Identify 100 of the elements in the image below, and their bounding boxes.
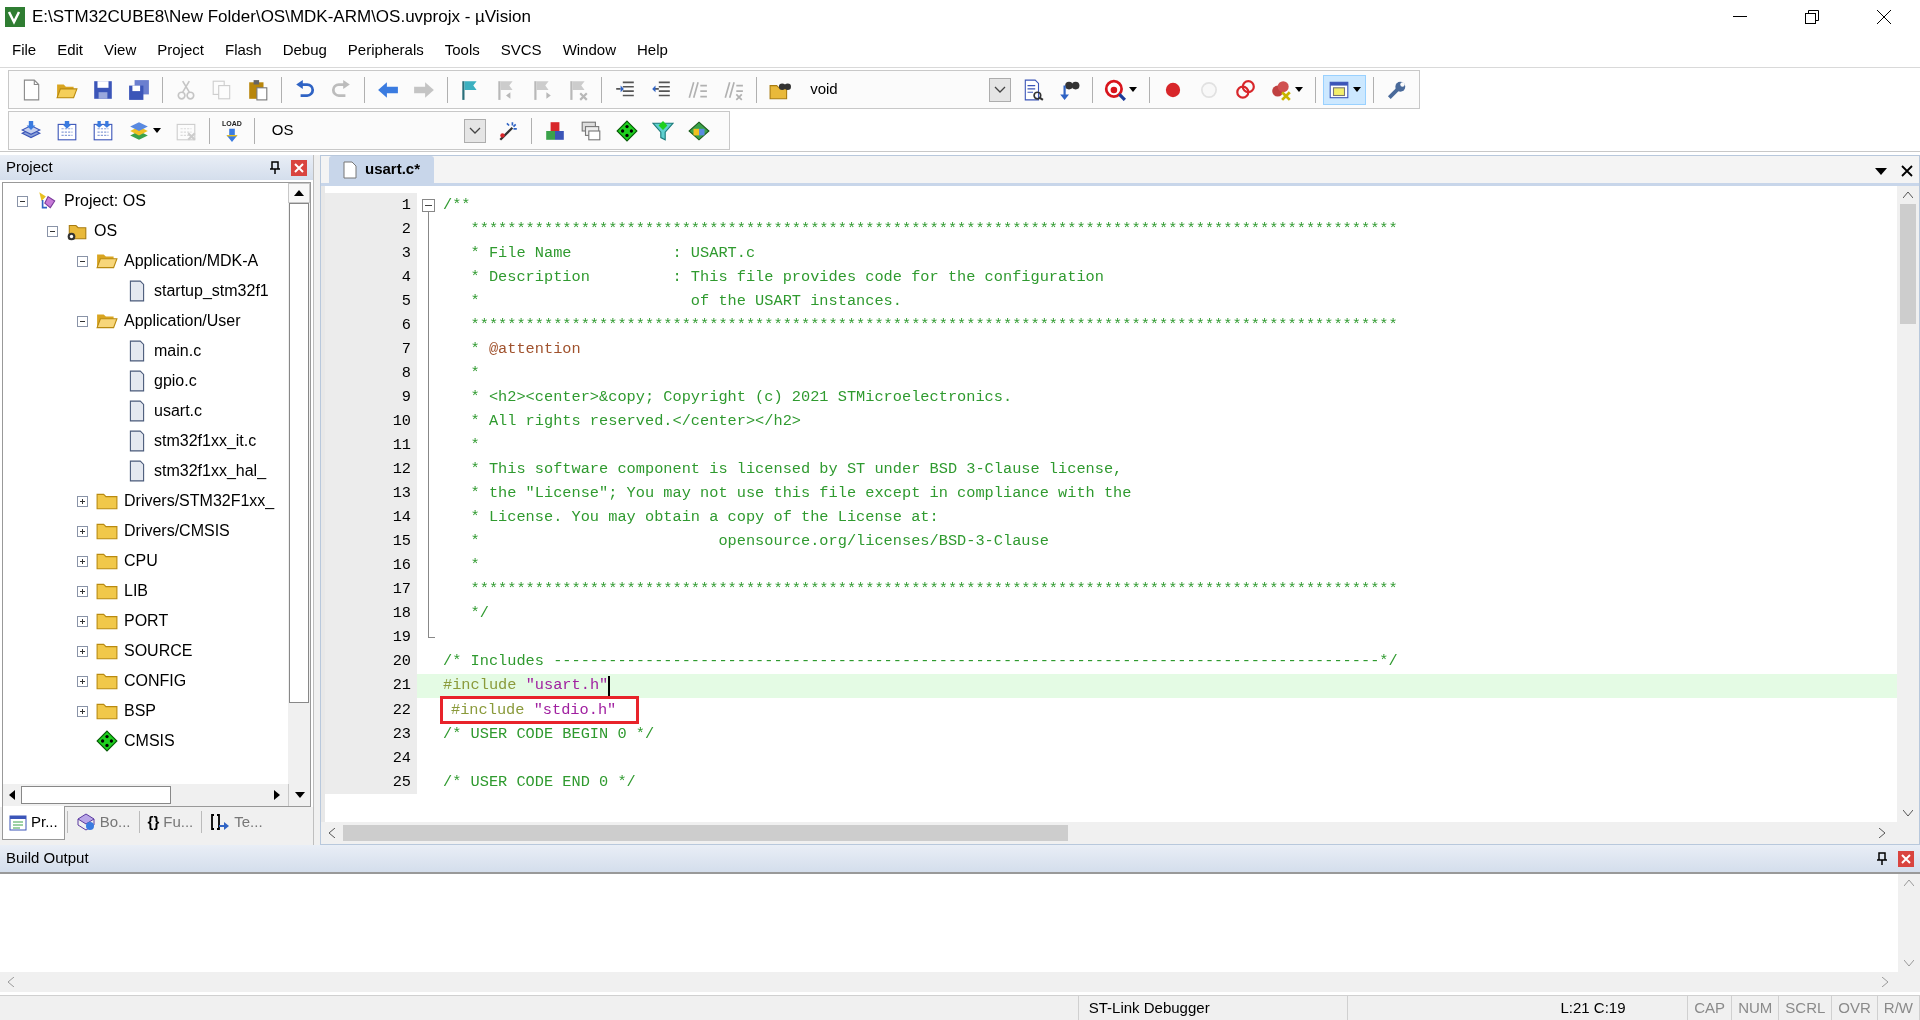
vertical-scrollbar[interactable] xyxy=(1897,186,1919,822)
build-icon xyxy=(56,119,78,142)
dropdown-field[interactable]: OS xyxy=(263,116,486,145)
package-icon xyxy=(687,119,710,142)
line-number: 14 xyxy=(392,507,411,529)
line-number: 23 xyxy=(392,723,411,745)
code-line: ***************************************************************************************************** xyxy=(469,314,1398,336)
scrollbar-thumb[interactable] xyxy=(21,786,171,804)
close-icon[interactable] xyxy=(1901,165,1913,177)
status-indicator: CAP xyxy=(1694,997,1726,1018)
tree-item[interactable]: Application/User xyxy=(124,309,241,333)
debugger-status: ST-Link Debugger xyxy=(1088,997,1210,1018)
tree-item[interactable]: BSP xyxy=(124,699,156,723)
tree-item[interactable]: main.c xyxy=(154,339,202,363)
expand-icon[interactable] xyxy=(77,555,88,567)
tree-item[interactable]: Application/MDK-A xyxy=(124,249,259,273)
funnel-icon xyxy=(651,119,674,142)
line-number: 10 xyxy=(392,410,411,432)
tree-item[interactable]: OS xyxy=(94,219,118,243)
down-arrow-icon xyxy=(294,792,305,798)
caret-icon xyxy=(993,86,1006,93)
pin-icon[interactable] xyxy=(1876,851,1888,866)
expand-icon[interactable] xyxy=(77,675,88,687)
code-line: * xyxy=(469,435,480,456)
tree-item[interactable]: CONFIG xyxy=(124,669,187,693)
magnifier-icon xyxy=(1104,78,1127,101)
vertical-scrollbar[interactable] xyxy=(1898,874,1920,972)
scrollbar-thumb[interactable] xyxy=(289,203,309,703)
panel-tab[interactable]: Pr... xyxy=(2,806,65,840)
horizontal-scrollbar[interactable] xyxy=(3,784,310,806)
tree-item[interactable]: Drivers/CMSIS xyxy=(124,519,230,543)
code-line: ***************************************************************************************************** xyxy=(469,579,1398,601)
editor-tab[interactable]: usart.c* xyxy=(329,156,435,183)
tree-item[interactable]: stm32f1xx_it.c xyxy=(154,429,257,453)
menu-item[interactable]: View xyxy=(96,37,145,64)
window-button[interactable] xyxy=(1323,74,1367,105)
menu-item[interactable]: SVCS xyxy=(492,37,550,64)
menu-item[interactable]: Tools xyxy=(436,37,488,64)
collapse-icon[interactable] xyxy=(77,255,88,267)
line-number: 13 xyxy=(392,483,411,505)
tree-item[interactable]: Project: OS xyxy=(64,189,146,213)
tree-item[interactable]: startup_stm32f1 xyxy=(154,279,269,303)
expand-icon[interactable] xyxy=(77,585,88,597)
tree-item[interactable]: LIB xyxy=(124,579,148,603)
cursor-position: L:21 C:19 xyxy=(1560,997,1626,1018)
tree-item[interactable]: SOURCE xyxy=(124,639,193,663)
dropdown-field[interactable]: void xyxy=(802,75,1011,104)
collapse-icon[interactable] xyxy=(17,195,28,207)
file-icon xyxy=(343,160,357,179)
right-arrow-icon xyxy=(274,790,280,800)
tree-item[interactable]: usart.c xyxy=(154,399,202,423)
menu-item[interactable]: Window xyxy=(554,37,624,64)
code-line: /** xyxy=(443,194,471,216)
line-number: 25 xyxy=(392,771,411,793)
tree-item[interactable]: PORT xyxy=(124,609,169,633)
flag-icon xyxy=(567,78,590,101)
pin-icon[interactable] xyxy=(269,160,281,175)
collapse-icon[interactable] xyxy=(77,315,88,327)
horizontal-scrollbar[interactable] xyxy=(0,972,1920,992)
panel-tab[interactable]: Te... xyxy=(204,807,269,837)
menu-item[interactable]: Help xyxy=(629,37,676,64)
code-line: #include "stdio.h" xyxy=(443,698,637,722)
dropdown-icon[interactable] xyxy=(1875,168,1887,175)
expand-icon[interactable] xyxy=(77,525,88,537)
panel-tab[interactable]: Bo... xyxy=(69,807,137,837)
status-indicator: SCRL xyxy=(1785,997,1826,1018)
tree-item[interactable]: Drivers/STM32F1xx_ xyxy=(124,489,275,513)
expand-icon[interactable] xyxy=(77,495,88,507)
expand-icon[interactable] xyxy=(77,645,88,657)
minimize-icon xyxy=(1733,16,1747,18)
panel-title: Build Output xyxy=(6,848,89,869)
tree-item[interactable]: CPU xyxy=(124,549,158,573)
menu-item[interactable]: Flash xyxy=(216,37,270,64)
scrollbar-thumb[interactable] xyxy=(343,825,1068,841)
expand-icon[interactable] xyxy=(77,615,88,627)
code-line: * @attention xyxy=(469,338,581,360)
panel-tab[interactable]: {} Fu... xyxy=(141,807,200,837)
diamond-icon xyxy=(615,119,638,142)
status-indicator: R/W xyxy=(1883,997,1913,1018)
line-number: 2 xyxy=(401,218,411,240)
code-line: * the "License"; You may not use this file except in compliance with the xyxy=(469,483,1132,505)
menu-item[interactable]: File xyxy=(4,37,45,64)
collapse-icon[interactable] xyxy=(421,199,435,217)
tree-item[interactable]: stm32f1xx_hal_ xyxy=(154,459,267,483)
menu-item[interactable]: Edit xyxy=(49,37,92,64)
menu-item[interactable]: Debug xyxy=(274,37,335,64)
code-line: /* USER CODE END 0 */ xyxy=(443,771,636,793)
menu-item[interactable]: Peripherals xyxy=(339,37,432,64)
vertical-scrollbar[interactable] xyxy=(288,183,310,784)
line-number: 8 xyxy=(401,362,411,384)
collapse-icon[interactable] xyxy=(47,225,58,237)
code-line: * File Name : USART.c xyxy=(469,242,756,264)
expand-icon[interactable] xyxy=(77,705,88,717)
rebuild-icon xyxy=(92,119,114,142)
horizontal-scrollbar[interactable] xyxy=(321,822,1919,844)
scrollbar-thumb[interactable] xyxy=(1900,204,1916,324)
menu-item[interactable]: Project xyxy=(149,37,212,64)
tree-item[interactable]: gpio.c xyxy=(154,369,197,393)
tree-item[interactable]: CMSIS xyxy=(124,729,175,753)
app-icon xyxy=(4,6,26,28)
